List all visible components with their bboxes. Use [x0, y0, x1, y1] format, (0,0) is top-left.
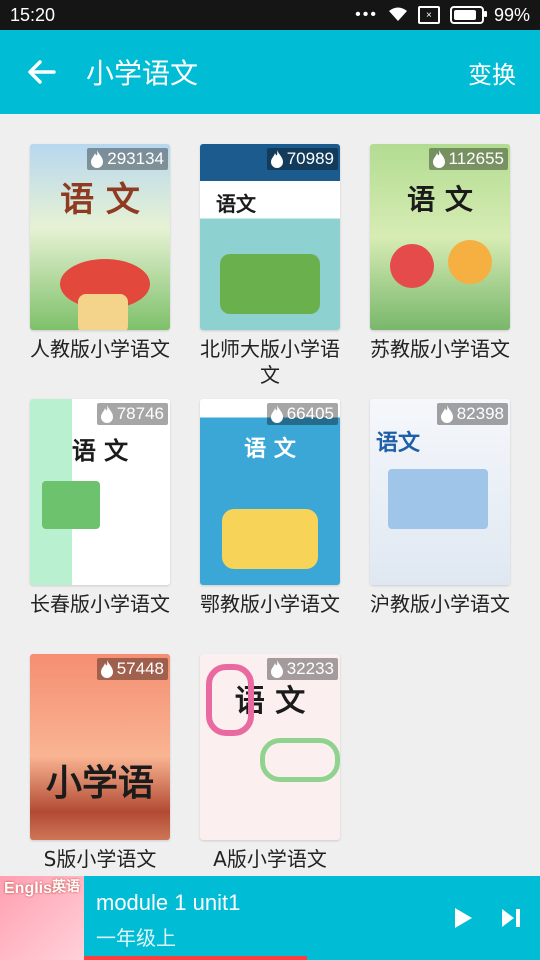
textbook-grid: 语 文 293134 人教版小学语文 语文 70989 北师大版小学语文 语 文	[0, 114, 540, 876]
book-cover: 语 文 32233	[200, 654, 340, 840]
wifi-icon	[388, 7, 407, 21]
child-figure-art	[448, 240, 492, 284]
no-sim-icon: ×	[417, 6, 440, 24]
clock: 15:20	[10, 4, 56, 25]
flame-icon	[100, 405, 113, 423]
flame-icon	[440, 405, 453, 423]
back-button[interactable]	[24, 54, 60, 90]
book-card[interactable]: 语 文 78746 长春版小学语文	[15, 399, 185, 617]
child-figure-art	[390, 244, 434, 288]
cover-art-text: 语 文	[407, 183, 473, 216]
children-playing-art	[222, 509, 318, 569]
letter-y-art	[206, 664, 254, 736]
view-count-badge: 78746	[96, 403, 168, 425]
house-base-art	[78, 294, 128, 330]
battery-level: 99%	[493, 4, 530, 25]
book-card[interactable]: 语 文 112655 苏教版小学语文	[355, 144, 525, 362]
cover-art-text: 语文	[376, 430, 421, 456]
mini-player[interactable]: English 英语 module 1 unit1 一年级上	[0, 876, 540, 960]
flame-icon	[91, 150, 104, 168]
book-card[interactable]: 语 文 66405 鄂教版小学语文	[185, 399, 355, 617]
book-cover: 语 文 112655	[370, 144, 510, 330]
picture-frame-art	[42, 481, 100, 529]
book-title: 鄂教版小学语文	[200, 592, 340, 616]
status-icons: ••• × 99%	[355, 5, 530, 26]
letters-wen-art	[260, 738, 340, 782]
book-card[interactable]: 语 文 32233 A版小学语文	[185, 654, 355, 872]
app-bar: 小学语文 变换	[0, 30, 540, 114]
skip-next-icon[interactable]	[500, 906, 522, 930]
book-title: 沪教版小学语文	[370, 592, 510, 616]
cover-art-text: 语 文	[244, 436, 296, 462]
book-title: A版小学语文	[213, 847, 327, 871]
book-title: 人教版小学语文	[30, 337, 170, 361]
book-title: S版小学语文	[43, 847, 157, 871]
view-count-badge: 66405	[266, 403, 338, 425]
play-icon[interactable]	[452, 906, 474, 930]
view-count-badge: 70989	[266, 148, 338, 170]
more-notifications-icon: •••	[355, 6, 378, 23]
thumbnail-chinese-text: 英语	[52, 879, 80, 895]
book-cover: 小学语 57448	[30, 654, 170, 840]
battery-icon	[449, 6, 487, 24]
book-card[interactable]: 小学语 57448 S版小学语文	[15, 654, 185, 872]
garden-scene-art	[220, 254, 320, 314]
book-cover: 语 文 78746	[30, 399, 170, 585]
book-card[interactable]: 语文 82398 沪教版小学语文	[355, 399, 525, 617]
view-count-badge: 112655	[428, 148, 508, 170]
cover-art-text: 语文	[216, 192, 256, 216]
cover-art-text: 语 文	[71, 436, 129, 465]
cover-art-text: 小学语	[45, 762, 154, 804]
school-scene-art	[388, 469, 488, 529]
playback-progress	[84, 956, 307, 960]
book-card[interactable]: 语 文 293134 人教版小学语文	[15, 144, 185, 362]
view-count-badge: 57448	[96, 658, 168, 680]
book-cover: 语文 70989	[200, 144, 340, 330]
flame-icon	[270, 405, 283, 423]
book-title: 长春版小学语文	[30, 592, 170, 616]
book-cover: 语 文 293134	[30, 144, 170, 330]
status-bar: 15:20 ••• × 99%	[0, 0, 540, 30]
album-thumbnail[interactable]: English 英语	[0, 876, 84, 960]
page-title: 小学语文	[86, 57, 199, 90]
flame-icon	[100, 660, 113, 678]
book-cover: 语文 82398	[370, 399, 510, 585]
book-title: 北师大版小学语文	[200, 337, 340, 387]
flame-icon	[270, 660, 283, 678]
track-title: module 1 unit1	[96, 890, 241, 915]
arrow-left-icon	[28, 60, 56, 84]
book-cover: 语 文 66405	[200, 399, 340, 585]
book-title: 苏教版小学语文	[370, 337, 510, 361]
cover-art-text: 语 文	[60, 180, 140, 220]
track-subtitle: 一年级上	[96, 926, 176, 950]
view-count-badge: 32233	[266, 658, 338, 680]
view-count-badge: 82398	[436, 403, 508, 425]
flame-icon	[432, 150, 445, 168]
switch-button[interactable]: 变换	[468, 55, 516, 90]
view-count-badge: 293134	[87, 148, 168, 170]
book-card[interactable]: 语文 70989 北师大版小学语文	[185, 144, 355, 388]
flame-icon	[270, 150, 283, 168]
